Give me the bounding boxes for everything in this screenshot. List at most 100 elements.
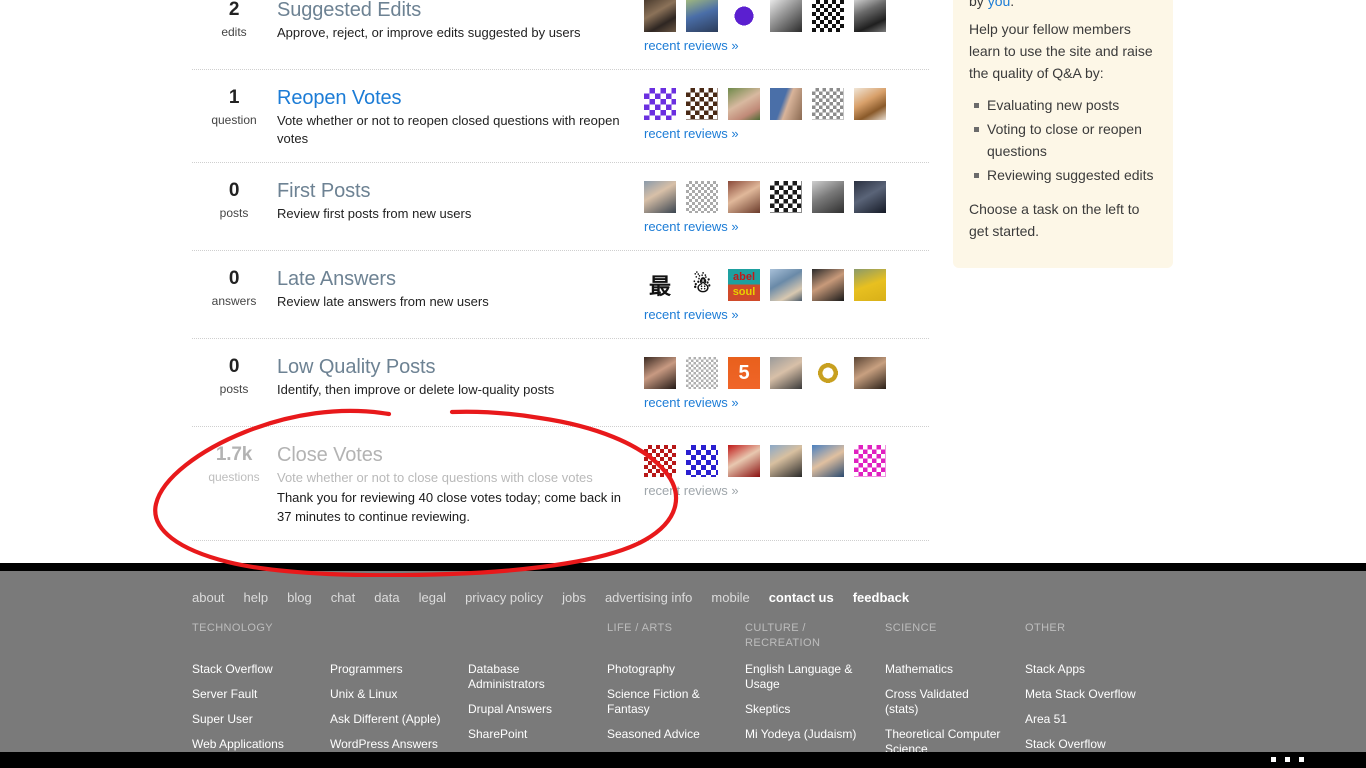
avatar[interactable] bbox=[812, 88, 844, 120]
avatar[interactable] bbox=[644, 357, 676, 389]
recent-reviews-link[interactable]: recent reviews » bbox=[644, 219, 739, 234]
avatar[interactable] bbox=[770, 357, 802, 389]
footer-link[interactable]: about bbox=[192, 590, 225, 605]
recent-reviews-link[interactable]: recent reviews » bbox=[644, 38, 739, 53]
avatar-strip bbox=[644, 0, 904, 32]
queue-title-link[interactable]: Low Quality Posts bbox=[277, 355, 636, 379]
queue-title-link[interactable]: Late Answers bbox=[277, 267, 636, 291]
footer-site-link[interactable]: Meta Stack Overflow bbox=[1025, 687, 1136, 702]
recent-reviews-link[interactable]: recent reviews » bbox=[644, 483, 739, 498]
footer-site-link[interactable]: Theoretical Computer Science bbox=[885, 727, 1005, 752]
footer-site-link[interactable]: Ask Different (Apple) bbox=[330, 712, 450, 727]
footer-site-link[interactable]: Stack Overflow bbox=[1025, 737, 1136, 752]
queue-description: Approve, reject, or improve edits sugges… bbox=[277, 25, 581, 40]
review-queue-row[interactable]: 1 question Reopen Votes Vote whether or not… bbox=[192, 70, 929, 163]
avatar[interactable] bbox=[644, 445, 676, 477]
avatar[interactable] bbox=[812, 181, 844, 213]
footer-link[interactable]: data bbox=[374, 590, 399, 605]
avatar[interactable] bbox=[854, 357, 886, 389]
footer-link[interactable]: feedback bbox=[853, 590, 909, 605]
footer-link[interactable]: blog bbox=[287, 590, 312, 605]
recent-reviews-link[interactable]: recent reviews » bbox=[644, 395, 739, 410]
footer-site-link[interactable]: Mathematics bbox=[885, 662, 1005, 677]
avatar[interactable] bbox=[686, 445, 718, 477]
footer-site-link[interactable]: Drupal Answers bbox=[468, 702, 588, 717]
footer-site-link[interactable]: WordPress Answers bbox=[330, 737, 450, 752]
footer-link[interactable]: help bbox=[244, 590, 269, 605]
review-queue-row[interactable]: 0 posts Low Quality Posts Identify, then im… bbox=[192, 339, 929, 427]
footer-link[interactable]: privacy policy bbox=[465, 590, 543, 605]
avatar[interactable] bbox=[812, 357, 844, 389]
avatar[interactable] bbox=[812, 269, 844, 301]
review-queue-row[interactable]: 1.7k questions Close Votes Vote whether or … bbox=[192, 427, 929, 541]
queue-recent-reviewers: 最 ☃ abel soul recent reviews » bbox=[644, 267, 904, 324]
footer-link[interactable]: contact us bbox=[769, 590, 834, 605]
avatar[interactable] bbox=[812, 445, 844, 477]
avatar[interactable]: ☃ bbox=[686, 269, 718, 301]
avatar[interactable]: 最 bbox=[644, 269, 676, 301]
footer-site-link[interactable]: Server Fault bbox=[192, 687, 312, 702]
avatar[interactable] bbox=[770, 88, 802, 120]
recent-reviews-link[interactable]: recent reviews » bbox=[644, 307, 739, 322]
footer-site-link[interactable]: Stack Overflow bbox=[192, 662, 312, 677]
footer-site-link[interactable]: Area 51 bbox=[1025, 712, 1136, 727]
footer-site-link[interactable]: Skeptics bbox=[745, 702, 865, 717]
footer-site-link[interactable]: SharePoint bbox=[468, 727, 588, 742]
avatar[interactable] bbox=[770, 0, 802, 32]
avatar[interactable] bbox=[728, 0, 760, 32]
avatar[interactable] bbox=[770, 181, 802, 213]
queue-title-link[interactable]: First Posts bbox=[277, 179, 636, 203]
queue-title-link[interactable]: Reopen Votes bbox=[277, 86, 636, 110]
avatar[interactable] bbox=[686, 0, 718, 32]
footer-site-link[interactable]: Photography bbox=[607, 662, 727, 677]
avatar[interactable] bbox=[686, 357, 718, 389]
footer-site-link[interactable]: Programmers bbox=[330, 662, 450, 677]
footer-link[interactable]: legal bbox=[419, 590, 446, 605]
avatar[interactable] bbox=[854, 181, 886, 213]
avatar[interactable] bbox=[770, 269, 802, 301]
footer-link[interactable]: jobs bbox=[562, 590, 586, 605]
avatar[interactable]: abel soul bbox=[728, 269, 760, 301]
footer-site-link[interactable]: Science Fiction & Fantasy bbox=[607, 687, 727, 717]
footer-site-link[interactable]: Seasoned Advice bbox=[607, 727, 727, 742]
avatar[interactable] bbox=[854, 0, 886, 32]
footer-site-link[interactable]: Unix & Linux bbox=[330, 687, 450, 702]
footer-site-link[interactable]: Cross Validated (stats) bbox=[885, 687, 1005, 717]
sidebar-you-link[interactable]: you bbox=[988, 0, 1011, 9]
avatar[interactable] bbox=[644, 88, 676, 120]
footer-link[interactable]: advertising info bbox=[605, 590, 692, 605]
footer-link[interactable]: chat bbox=[331, 590, 356, 605]
avatar[interactable] bbox=[812, 0, 844, 32]
avatar[interactable] bbox=[854, 88, 886, 120]
review-queue-row[interactable]: 0 posts First Posts Review first posts from… bbox=[192, 163, 929, 251]
avatar[interactable] bbox=[854, 445, 886, 477]
recent-reviews-link[interactable]: recent reviews » bbox=[644, 126, 739, 141]
avatar[interactable] bbox=[644, 0, 676, 32]
queue-title-link: Close Votes bbox=[277, 444, 383, 466]
avatar-strip bbox=[644, 181, 904, 213]
queue-body: Suggested Edits Approve, reject, or impro… bbox=[276, 0, 636, 42]
avatar[interactable] bbox=[770, 445, 802, 477]
overflow-menu-dots[interactable] bbox=[1271, 757, 1304, 762]
sidebar-help-callout: by you. Help your fellow members learn t… bbox=[953, 0, 1173, 268]
avatar[interactable] bbox=[728, 181, 760, 213]
queue-title-link[interactable]: Suggested Edits bbox=[277, 0, 636, 22]
footer-site-link[interactable]: Super User bbox=[192, 712, 312, 727]
footer-site-link[interactable]: Mi Yodeya (Judaism) bbox=[745, 727, 865, 742]
footer-site-link[interactable]: Database Administrators bbox=[468, 662, 588, 692]
avatar[interactable] bbox=[728, 445, 760, 477]
avatar[interactable] bbox=[644, 181, 676, 213]
avatar[interactable] bbox=[686, 181, 718, 213]
footer-link[interactable]: mobile bbox=[711, 590, 749, 605]
avatar[interactable] bbox=[854, 269, 886, 301]
footer-site-link[interactable]: Web Applications bbox=[192, 737, 312, 752]
queue-count-number: 0 bbox=[228, 268, 240, 289]
review-queue-row[interactable]: 2 edits Suggested Edits Approve, reject, or… bbox=[192, 0, 929, 70]
footer-site-link[interactable]: English Language & Usage bbox=[745, 662, 865, 692]
avatar[interactable] bbox=[686, 88, 718, 120]
avatar[interactable] bbox=[728, 88, 760, 120]
queue-count-unit: edits bbox=[221, 25, 247, 39]
footer-site-link[interactable]: Stack Apps bbox=[1025, 662, 1136, 677]
review-queue-row[interactable]: 0 answers Late Answers Review late answers … bbox=[192, 251, 929, 339]
avatar[interactable]: 5 bbox=[728, 357, 760, 389]
